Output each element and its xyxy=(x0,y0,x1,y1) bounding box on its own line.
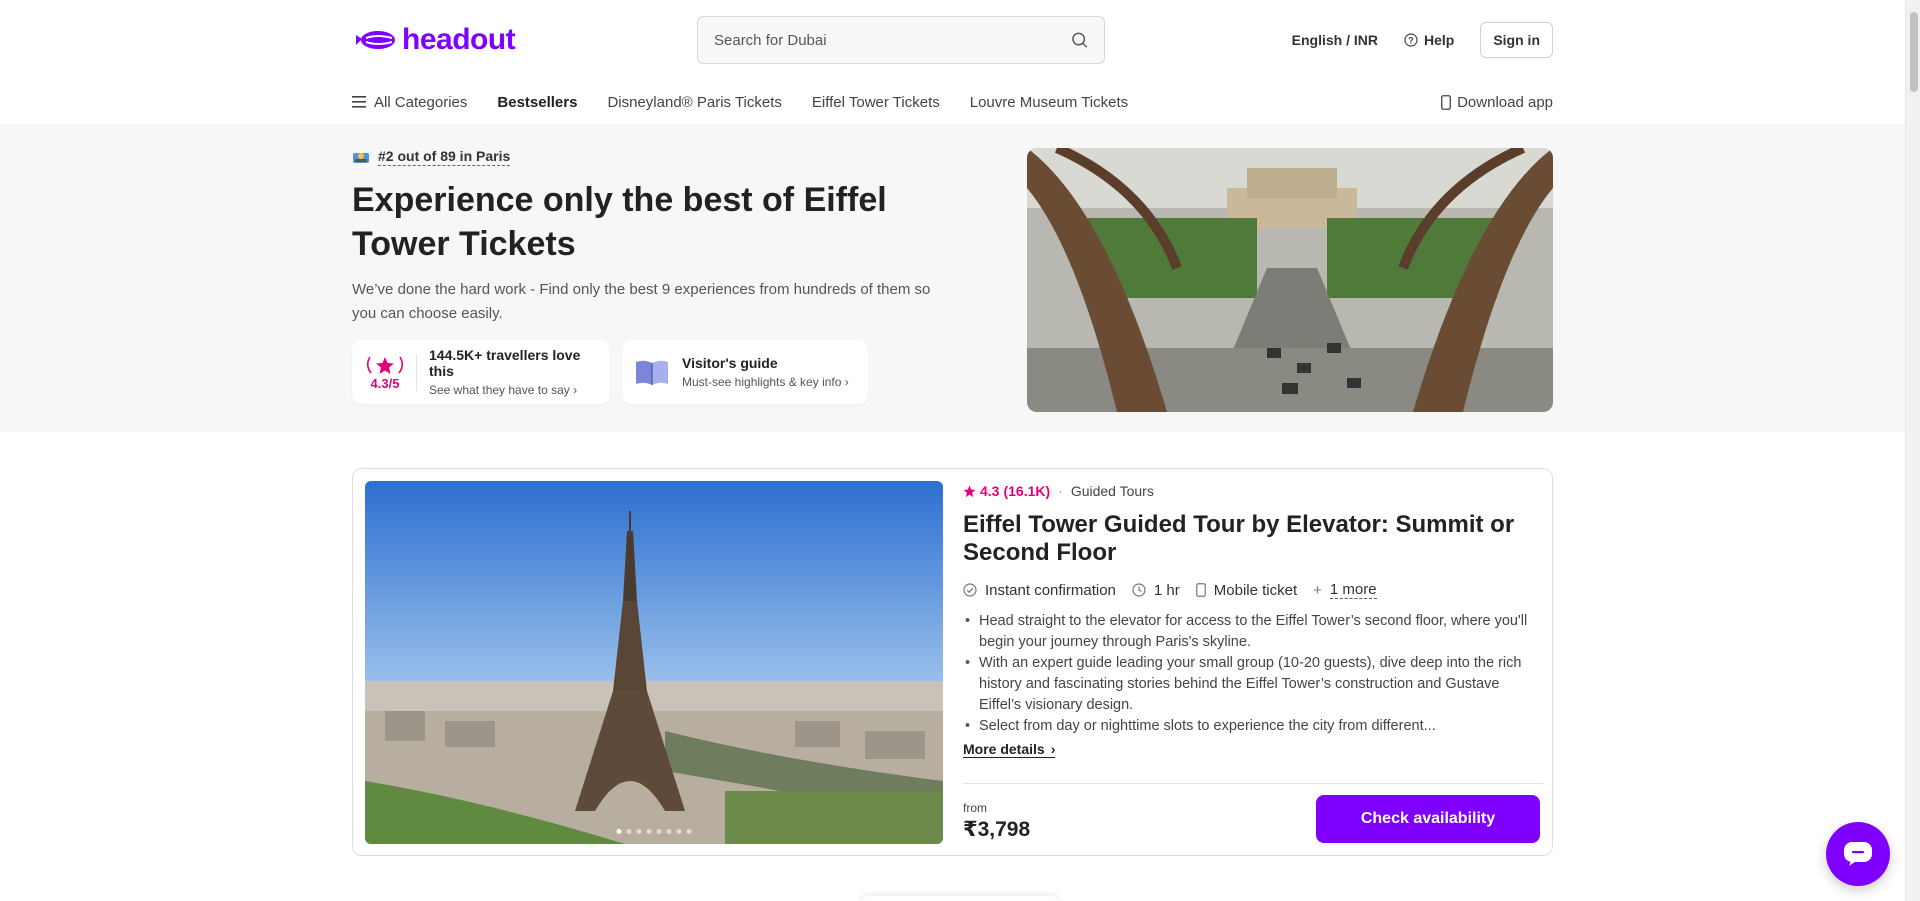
product-rating[interactable]: 4.3 (16.1K) xyxy=(963,483,1050,499)
top-header: headout English / INR ? Help Sign in xyxy=(352,0,1553,80)
page-scrollbar[interactable] xyxy=(1905,0,1920,901)
phone-icon xyxy=(1441,94,1451,110)
visitors-guide-label: Must-see highlights & key info xyxy=(682,375,842,389)
sign-in-button[interactable]: Sign in xyxy=(1480,22,1553,58)
eiffel-aerial-illustration xyxy=(365,481,943,844)
chat-support-button[interactable] xyxy=(1826,822,1890,886)
nav-item-disneyland[interactable]: Disneyland® Paris Tickets xyxy=(607,94,781,111)
feature-label: Mobile ticket xyxy=(1213,581,1298,599)
search-bar[interactable] xyxy=(697,16,1105,64)
clock-icon xyxy=(1132,583,1146,597)
product-meta: 4.3 (16.1K) · Guided Tours xyxy=(963,483,1543,499)
chat-bubble-icon xyxy=(1844,842,1872,866)
download-app-link[interactable]: Download app xyxy=(1441,94,1553,111)
help-icon: ? xyxy=(1404,33,1418,47)
see-reviews-link[interactable]: See what they have to say › xyxy=(429,383,598,397)
search-input[interactable] xyxy=(714,31,1071,49)
header-actions: English / INR ? Help Sign in xyxy=(1292,22,1553,58)
product-image-carousel[interactable] xyxy=(365,481,943,844)
nav-item-eiffel-tower[interactable]: Eiffel Tower Tickets xyxy=(812,94,940,111)
next-card-peek xyxy=(860,896,1060,901)
rating-badge: 4.3/5 xyxy=(364,353,417,391)
chevron-right-icon: › xyxy=(844,375,849,389)
carousel-dot[interactable] xyxy=(626,829,632,834)
travellers-love-text: 144.5K+ travellers love this xyxy=(429,347,581,379)
price-block: from ₹3,798 xyxy=(963,801,1030,842)
search-icon[interactable] xyxy=(1071,31,1088,49)
eiffel-view-illustration xyxy=(1027,148,1553,412)
product-features: Instant confirmation 1 hr Mobile ticket … xyxy=(963,581,1543,599)
carousel-dot[interactable] xyxy=(656,829,662,834)
see-reviews-label: See what they have to say xyxy=(429,383,570,397)
headout-logo[interactable]: headout xyxy=(352,23,516,57)
more-details-label: More details xyxy=(963,741,1045,757)
feature-instant-confirmation: Instant confirmation xyxy=(963,582,1116,599)
brand-name: headout xyxy=(402,23,516,56)
feature-label: Instant confirmation xyxy=(985,581,1116,599)
feature-label: 1 hr xyxy=(1153,581,1180,599)
hamburger-icon xyxy=(352,96,366,108)
check-availability-button[interactable]: Check availability xyxy=(1316,795,1540,843)
language-currency-selector[interactable]: English / INR xyxy=(1292,32,1378,48)
chevron-right-icon: › xyxy=(1050,741,1056,757)
help-link[interactable]: ? Help xyxy=(1404,32,1454,48)
plus-icon: + xyxy=(1313,581,1322,599)
rating-value: 4.3/5 xyxy=(370,375,400,391)
product-highlights: Head straight to the elevator for access… xyxy=(963,611,1543,737)
price-amount: ₹3,798 xyxy=(963,818,1031,841)
visitors-guide-title: Visitor's guide xyxy=(682,355,778,371)
review-count: (16.1K) xyxy=(1003,483,1051,499)
feature-more[interactable]: + 1 more xyxy=(1313,581,1377,599)
more-details-link[interactable]: More details › xyxy=(963,741,1056,758)
svg-text:?: ? xyxy=(1408,36,1414,46)
meta-separator: · xyxy=(1058,483,1063,499)
check-circle-icon xyxy=(963,583,977,597)
highlight-item: Select from day or nighttime slots to ex… xyxy=(963,716,1543,737)
product-info: 4.3 (16.1K) · Guided Tours Eiffel Tower … xyxy=(963,483,1543,759)
ranking-icon xyxy=(353,153,369,163)
carousel-dots[interactable] xyxy=(616,829,692,834)
highlight-item: With an expert guide leading your small … xyxy=(963,653,1543,716)
category-nav: All Categories Bestsellers Disneyland® P… xyxy=(352,80,1553,124)
scrollbar-thumb[interactable] xyxy=(1910,12,1918,92)
price-from-label: from xyxy=(963,801,987,815)
feature-duration: 1 hr xyxy=(1132,582,1180,599)
product-card[interactable]: 4.3 (16.1K) · Guided Tours Eiffel Tower … xyxy=(352,468,1553,856)
rank-text: #2 out of 89 in Paris xyxy=(378,148,511,166)
carousel-dot[interactable] xyxy=(666,829,672,834)
laurel-star-icon xyxy=(366,356,404,374)
all-categories-menu[interactable]: All Categories xyxy=(352,94,467,111)
hero-section: #2 out of 89 in Paris Experience only th… xyxy=(352,148,1553,412)
page-title: Experience only the best of Eiffel Tower… xyxy=(352,181,887,263)
carousel-dot[interactable] xyxy=(646,829,652,834)
star-icon xyxy=(963,484,976,497)
carousel-dot[interactable] xyxy=(616,829,622,834)
hero-image-champ-de-mars xyxy=(1027,148,1553,412)
price-divider xyxy=(963,783,1543,784)
visitors-guide-card[interactable]: Visitor's guide Must-see highlights & ke… xyxy=(622,340,868,404)
visitors-guide-link[interactable]: Must-see highlights & key info › xyxy=(682,375,849,389)
blimp-logo-icon xyxy=(356,31,395,49)
feature-more-label: 1 more xyxy=(1329,581,1377,599)
all-categories-label: All Categories xyxy=(374,93,468,111)
reviews-card[interactable]: 4.3/5 144.5K+ travellers love this See w… xyxy=(352,340,610,404)
phone-icon xyxy=(1195,583,1206,597)
rating-score: 4.3 xyxy=(980,483,1000,499)
carousel-dot[interactable] xyxy=(676,829,682,834)
nav-item-bestsellers[interactable]: Bestsellers xyxy=(497,94,577,111)
download-app-label: Download app xyxy=(1457,93,1553,111)
feature-mobile-ticket: Mobile ticket xyxy=(1195,581,1298,599)
highlight-item: Head straight to the elevator for access… xyxy=(963,611,1543,653)
chevron-right-icon: › xyxy=(573,383,578,397)
carousel-dot[interactable] xyxy=(686,829,692,834)
page-subtitle: We’ve done the hard work - Find only the… xyxy=(352,281,931,322)
nav-item-louvre[interactable]: Louvre Museum Tickets xyxy=(970,94,1128,111)
open-book-icon xyxy=(636,360,668,385)
product-title[interactable]: Eiffel Tower Guided Tour by Elevator: Su… xyxy=(963,511,1543,567)
help-label: Help xyxy=(1423,32,1455,48)
product-category: Guided Tours xyxy=(1070,483,1154,499)
carousel-dot[interactable] xyxy=(636,829,642,834)
